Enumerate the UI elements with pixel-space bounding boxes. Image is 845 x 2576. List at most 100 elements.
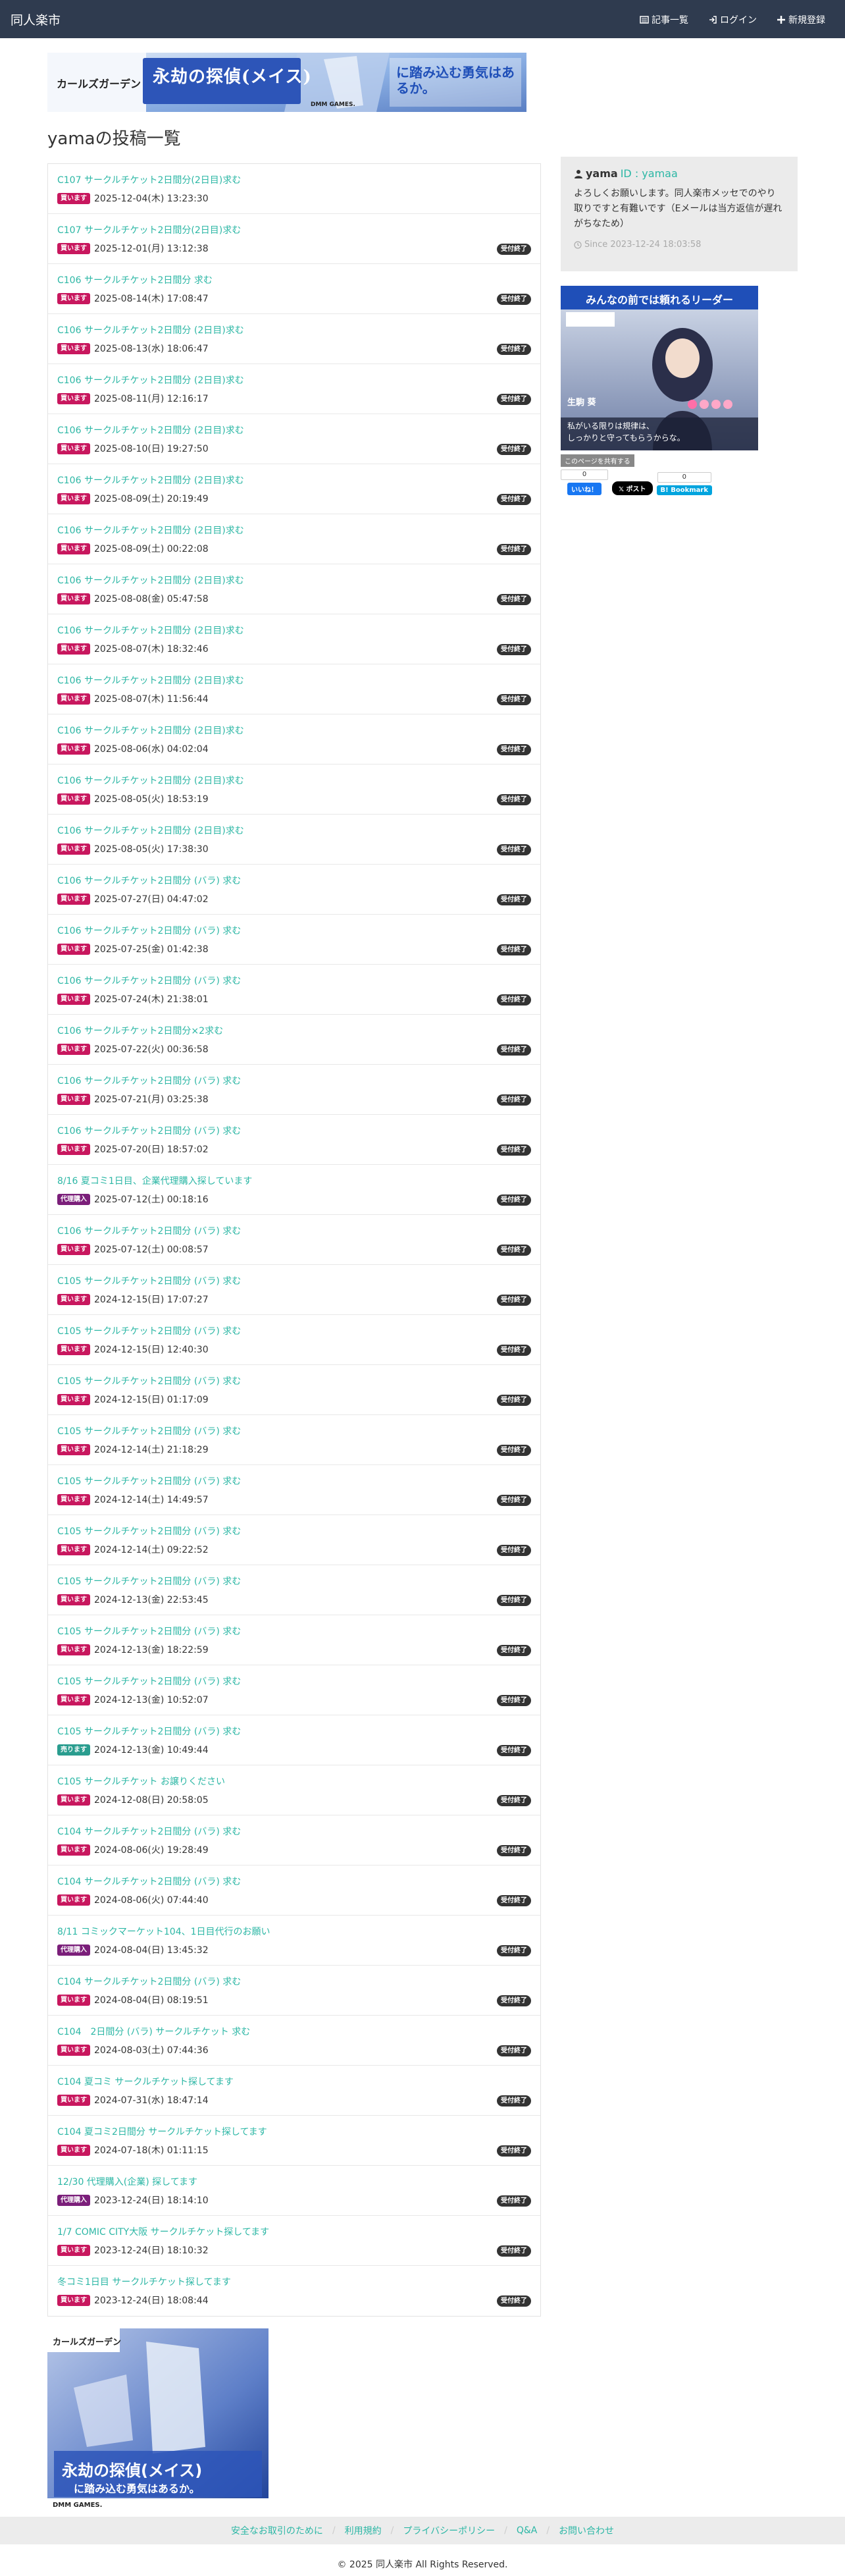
profile-username: yama — [586, 167, 618, 180]
post-title-link[interactable]: 12/30 代理購入(企業) 探してます — [57, 2175, 197, 2188]
post-meta: 代理購入 2023-12-24(日) 18:14:10 — [57, 2193, 209, 2207]
post-title-link[interactable]: C106 サークルチケット2日間分 (バラ) 求む — [57, 974, 241, 987]
top-ad-banner[interactable]: カールズガーデン 永劫の探偵(メイス) に踏み込む勇気はあるか。 DMM GAM… — [47, 53, 526, 112]
post-row: C106 サークルチケット2日間分 (バラ) 求む 買います 2025-07-20(… — [48, 1115, 540, 1165]
post-title-link[interactable]: C106 サークルチケット2日間分×2求む — [57, 1024, 223, 1037]
post-date: 2024-12-15(日) 01:17:09 — [94, 1395, 209, 1405]
post-title-link[interactable]: C105 サークルチケット2日間分 (バラ) 求む — [57, 1574, 241, 1588]
post-title-link[interactable]: C106 サークルチケット2日間分 (2日目)求む — [57, 774, 244, 787]
post-title-link[interactable]: C106 サークルチケット2日間分 (バラ) 求む — [57, 1224, 241, 1237]
post-title-link[interactable]: C106 サークルチケット2日間分 (2日目)求む — [57, 523, 244, 537]
post-meta: 買います 2025-08-09(土) 00:22:08 — [57, 542, 209, 555]
post-title-link[interactable]: C105 サークルチケット お譲りください — [57, 1775, 225, 1788]
post-title-link[interactable]: C106 サークルチケット2日間分 (2日目)求む — [57, 473, 244, 487]
post-title-link[interactable]: C106 サークルチケット2日間分 (2日目)求む — [57, 574, 244, 587]
post-date: 2025-08-08(金) 05:47:58 — [94, 594, 209, 604]
post-meta: 買います 2024-12-14(土) 09:22:52 — [57, 1543, 209, 1556]
x-share: 𝕏 ポスト — [612, 479, 653, 495]
post-title-link[interactable]: C105 サークルチケット2日間分 (バラ) 求む — [57, 1424, 241, 1437]
nav-login-link[interactable]: ログイン — [708, 13, 757, 26]
post-type-badge: 買います — [57, 443, 90, 454]
post-title-link[interactable]: C105 サークルチケット2日間分 (バラ) 求む — [57, 1725, 241, 1738]
post-title-link[interactable]: C106 サークルチケット2日間分 (2日目)求む — [57, 674, 244, 687]
post-status-badge: 受付終了 — [497, 994, 531, 1006]
hatena-share: 0 B! Bookmark — [656, 472, 712, 495]
post-status-badge: 受付終了 — [497, 394, 531, 405]
post-date: 2025-08-05(火) 18:53:19 — [94, 794, 209, 805]
post-title-link[interactable]: 1/7 COMIC CITY大阪 サークルチケット探してます — [57, 2225, 269, 2238]
post-status-badge: 受付終了 — [497, 744, 531, 755]
post-title-link[interactable]: C106 サークルチケット2日間分 (バラ) 求む — [57, 874, 241, 887]
post-title-link[interactable]: 冬コミ1日目 サークルチケット探してます — [57, 2275, 231, 2288]
post-title-link[interactable]: C105 サークルチケット2日間分 (バラ) 求む — [57, 1374, 241, 1387]
post-meta: 買います 2025-08-10(日) 19:27:50 — [57, 442, 209, 455]
post-type-badge: 買います — [57, 643, 90, 655]
post-title-link[interactable]: 8/16 夏コミ1日目、企業代理購入探しています — [57, 1174, 252, 1187]
post-title-link[interactable]: C106 サークルチケット2日間分 (2日目)求む — [57, 824, 244, 837]
profile-id-link[interactable]: ID : yamaa — [621, 167, 678, 180]
footer-link[interactable]: 安全なお取引のために — [231, 2524, 323, 2537]
nav-articles-link[interactable]: 記事一覧 — [640, 13, 688, 26]
post-type-badge: 買います — [57, 543, 90, 554]
nav-register-link[interactable]: 新規登録 — [777, 13, 825, 26]
post-meta: 買います 2024-12-13(金) 22:53:45 — [57, 1593, 209, 1606]
post-title-link[interactable]: C106 サークルチケット2日間分 (バラ) 求む — [57, 924, 241, 937]
post-date: 2024-08-03(土) 07:44:36 — [94, 2045, 209, 2056]
footer-link[interactable]: 利用規約 — [345, 2524, 382, 2537]
post-title-link[interactable]: C104 夏コミ2日間分 サークルチケット探してます — [57, 2125, 267, 2138]
post-title-link[interactable]: C105 サークルチケット2日間分 (バラ) 求む — [57, 1324, 241, 1337]
post-type-badge: 買います — [57, 1844, 90, 1856]
post-title-link[interactable]: C106 サークルチケット2日間分 (2日目)求む — [57, 373, 244, 387]
post-meta: 買います 2025-08-07(木) 11:56:44 — [57, 692, 209, 705]
post-title-link[interactable]: C104 サークルチケット2日間分 (バラ) 求む — [57, 1875, 241, 1888]
post-date: 2025-12-04(木) 13:23:30 — [94, 194, 209, 204]
post-title-link[interactable]: C106 サークルチケット2日間分 (バラ) 求む — [57, 1124, 241, 1137]
post-row: C106 サークルチケット2日間分 (2日目)求む 買います 2025-08-11(… — [48, 364, 540, 414]
post-meta: 買います 2025-07-20(日) 18:57:02 — [57, 1142, 209, 1156]
post-title-link[interactable]: C104 サークルチケット2日間分 (バラ) 求む — [57, 1825, 241, 1838]
post-title-link[interactable]: C107 サークルチケット2日間分(2日目)求む — [57, 223, 241, 236]
post-title-link[interactable]: C106 サークルチケット2日間分 求む — [57, 273, 213, 286]
post-row: C106 サークルチケット2日間分 (2日目)求む 買います 2025-08-08(… — [48, 564, 540, 614]
footer-link[interactable]: Q&A — [517, 2525, 538, 2536]
post-title-link[interactable]: C106 サークルチケット2日間分 (2日目)求む — [57, 423, 244, 437]
post-title-link[interactable]: C107 サークルチケット2日間分(2日目)求む — [57, 173, 241, 186]
post-type-badge: 買います — [57, 1043, 90, 1055]
post-title-link[interactable]: C105 サークルチケット2日間分 (バラ) 求む — [57, 1524, 241, 1538]
post-row: C106 サークルチケット2日間分 (2日目)求む 買います 2025-08-07(… — [48, 664, 540, 714]
x-post-button[interactable]: 𝕏 ポスト — [612, 481, 653, 495]
post-row: C104 夏コミ2日間分 サークルチケット探してます 買います 2024-07-18… — [48, 2116, 540, 2166]
post-type-badge: 買います — [57, 292, 90, 304]
post-status-badge: 受付終了 — [497, 594, 531, 605]
post-type-badge: 買います — [57, 1543, 90, 1555]
post-date: 2024-07-31(水) 18:47:14 — [94, 2095, 209, 2106]
side-ad-banner[interactable]: みんなの前では頼れるリーダー 生駒 葵 私がいる限りは規律は、 しっかりと守って… — [561, 286, 758, 450]
footer-link[interactable]: プライバシーポリシー — [403, 2524, 495, 2537]
footer-link[interactable]: お問い合わせ — [559, 2524, 614, 2537]
post-title-link[interactable]: C106 サークルチケット2日間分 (2日目)求む — [57, 724, 244, 737]
post-title-link[interactable]: C105 サークルチケット2日間分 (バラ) 求む — [57, 1675, 241, 1688]
post-title-link[interactable]: C106 サークルチケット2日間分 (2日目)求む — [57, 323, 244, 336]
profile-since-row: Since 2023-12-24 18:03:58 — [574, 240, 784, 250]
post-title-link[interactable]: C106 サークルチケット2日間分 (バラ) 求む — [57, 1074, 241, 1087]
post-title-link[interactable]: C104 2日間分 (バラ) サークルチケット 求む — [57, 2025, 250, 2038]
post-title-link[interactable]: 8/11 コミックマーケット104、1日目代行のお願い — [57, 1925, 270, 1938]
post-title-link[interactable]: C104 夏コミ サークルチケット探してます — [57, 2075, 234, 2088]
post-row: C106 サークルチケット2日間分 求む 買います 2025-08-14(木) 17… — [48, 264, 540, 314]
post-title-link[interactable]: C106 サークルチケット2日間分 (2日目)求む — [57, 624, 244, 637]
post-type-badge: 買います — [57, 242, 90, 254]
fb-like-button[interactable]: いいね！ — [567, 483, 602, 495]
hatena-bookmark-button[interactable]: B! Bookmark — [656, 485, 712, 495]
post-date: 2024-07-18(木) 01:11:15 — [94, 2145, 209, 2156]
post-meta: 買います 2025-08-06(水) 04:02:04 — [57, 742, 209, 755]
post-title-link[interactable]: C105 サークルチケット2日間分 (バラ) 求む — [57, 1274, 241, 1287]
post-title-link[interactable]: C105 サークルチケット2日間分 (バラ) 求む — [57, 1624, 241, 1638]
x-logo-icon: 𝕏 — [619, 486, 625, 493]
post-list: C107 サークルチケット2日間分(2日目)求む 買います 2025-12-04(木… — [47, 163, 541, 2317]
site-brand-link[interactable]: 同人楽市 — [11, 11, 61, 28]
post-title-link[interactable]: C104 サークルチケット2日間分 (バラ) 求む — [57, 1975, 241, 1988]
post-title-link[interactable]: C105 サークルチケット2日間分 (バラ) 求む — [57, 1474, 241, 1488]
post-status-badge: 受付終了 — [497, 1645, 531, 1656]
bottom-ad-banner[interactable]: カールズガーデン 永劫の探偵(メイス) に踏み込む勇気はあるか。 DMM GAM… — [47, 2328, 269, 2513]
post-row: 8/11 コミックマーケット104、1日目代行のお願い 代理購入 2024-08-0… — [48, 1916, 540, 1966]
